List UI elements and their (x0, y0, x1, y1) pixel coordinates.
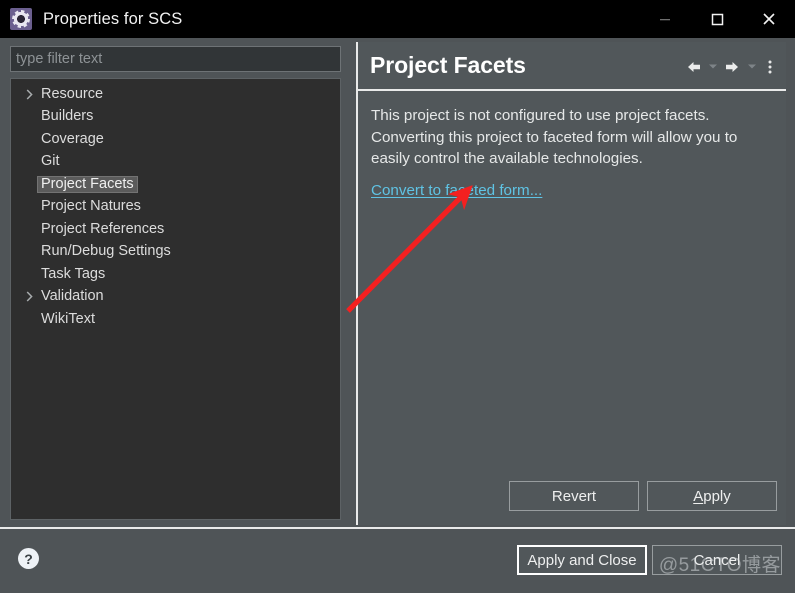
close-icon (763, 13, 775, 25)
properties-dialog: Properties for SCS ResourceBuildersCover (0, 0, 795, 593)
tree-item-run-debug-settings[interactable]: Run/Debug Settings (11, 241, 340, 264)
apply-button-label: pply (703, 487, 731, 505)
chevron-down-icon (747, 64, 756, 69)
vertical-ellipsis-icon (768, 60, 772, 73)
chevron-right-icon[interactable] (21, 89, 37, 100)
tree-item-label: Validation (41, 288, 104, 304)
chevron-right-icon[interactable] (21, 291, 37, 302)
detail-pane: Project Facets This project is not confi… (356, 42, 786, 525)
convert-to-faceted-form-link[interactable]: Convert to faceted form... (371, 182, 542, 199)
forward-button[interactable] (721, 52, 743, 82)
tree-item-label: Project References (41, 220, 165, 237)
cancel-button[interactable]: Cancel (652, 545, 782, 575)
window-controls (639, 0, 795, 38)
tree-item-git[interactable]: Git (11, 151, 340, 174)
chevron-down-icon (708, 64, 717, 69)
forward-history-dropdown[interactable] (743, 52, 760, 82)
tree-item-project-natures[interactable]: Project Natures (11, 196, 340, 219)
title-bar: Properties for SCS (0, 0, 795, 38)
forward-arrow-icon (725, 61, 738, 72)
tree-item-label: Project Facets (37, 175, 138, 193)
back-arrow-icon (687, 61, 700, 72)
tree-item-label: Coverage (41, 130, 104, 147)
tree-item-wikitext[interactable]: WikiText (11, 308, 340, 331)
facets-description: This project is not configured to use pr… (371, 107, 738, 167)
tree-item-project-references[interactable]: Project References (11, 218, 340, 241)
help-icon[interactable]: ? (18, 548, 39, 569)
tree-item-label: Resource (41, 85, 104, 102)
apply-and-close-button[interactable]: Apply and Close (517, 545, 647, 575)
close-button[interactable] (743, 0, 795, 38)
minimize-button[interactable] (639, 0, 691, 38)
back-button[interactable] (682, 52, 704, 82)
maximize-button[interactable] (691, 0, 743, 38)
detail-header: Project Facets (358, 42, 786, 91)
window-title: Properties for SCS (43, 9, 183, 28)
tree-item-builders[interactable]: Builders (11, 106, 340, 129)
pane-button-row: Revert Apply (509, 481, 777, 511)
settings-tree-pane: Resource Builders Coverage Git Project Facet… (0, 38, 347, 524)
minimize-icon (660, 19, 670, 21)
apply-button-mnemonic: A (693, 487, 704, 505)
tree-item-label: Task Tags (41, 265, 106, 282)
tree-item-resource[interactable]: Resource (11, 83, 340, 106)
tree-item-validation[interactable]: Validation (11, 286, 340, 309)
detail-header-actions (682, 42, 780, 91)
tree-item-project-facets[interactable]: Project Facets (11, 173, 340, 196)
tree-item-label: Run/Debug Settings (41, 243, 171, 259)
tree-item-label: WikiText (41, 310, 95, 327)
filter-input[interactable] (10, 46, 341, 72)
tree-item-label: Git (41, 153, 60, 169)
tree-item-label: Builders (41, 108, 94, 124)
tree-item-coverage[interactable]: Coverage (11, 128, 340, 151)
maximize-icon (711, 13, 724, 26)
apply-button[interactable]: Apply (647, 481, 777, 511)
page-title: Project Facets (370, 52, 526, 78)
overflow-menu-button[interactable] (760, 52, 780, 82)
revert-button[interactable]: Revert (509, 481, 639, 511)
dialog-button-row: Apply and Close Cancel (517, 545, 782, 575)
tree-item-task-tags[interactable]: Task Tags (11, 263, 340, 286)
dialog-footer: ? Apply and Close Cancel @51CTO博客 (0, 529, 795, 593)
detail-body: This project is not configured to use pr… (358, 91, 786, 523)
settings-tree[interactable]: Resource Builders Coverage Git Project Facet… (10, 78, 341, 520)
tree-item-label: Project Natures (41, 198, 141, 214)
back-history-dropdown[interactable] (704, 52, 721, 82)
eclipse-gear-icon (10, 8, 32, 30)
